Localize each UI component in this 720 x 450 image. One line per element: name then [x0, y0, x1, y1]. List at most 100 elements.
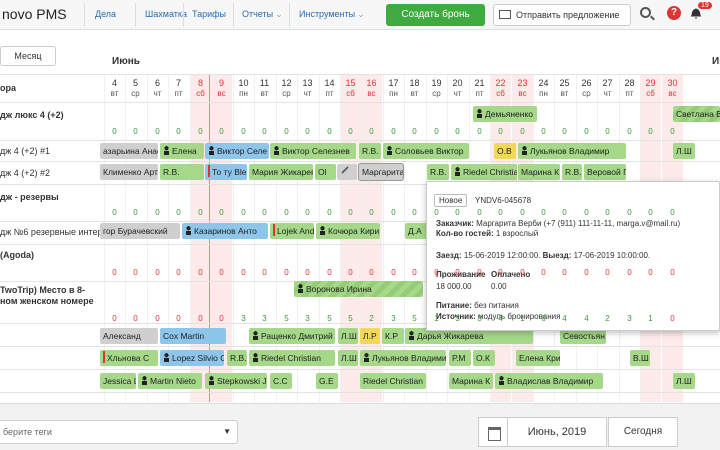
booking-bar[interactable]: Martin Nieto [138, 373, 202, 389]
booking-bar[interactable]: R.B. [562, 164, 582, 180]
booking-bar[interactable]: В.Ш [630, 350, 650, 366]
availability-count: 3 [241, 314, 246, 323]
booking-bar[interactable]: Л.Ш [338, 350, 358, 366]
booking-bar[interactable]: Jessica L [100, 373, 136, 389]
availability-count: 0 [348, 268, 353, 277]
booking-bar[interactable]: О.В [494, 143, 516, 159]
category-label[interactable]: (Agoda) [0, 250, 100, 260]
availability-count: 0 [219, 127, 224, 136]
booking-bar[interactable]: Riedel Christian [249, 350, 335, 366]
booking-bar[interactable]: Д.А [405, 223, 427, 239]
app-logo[interactable]: novo PMS [2, 6, 67, 22]
booking-bar[interactable]: Лукьянов Владимир [518, 143, 626, 159]
booking-bar[interactable]: гор Бурачевский [100, 223, 180, 239]
availability-count: 0 [412, 268, 417, 277]
nav-tools[interactable]: Инструменты ⌄ [299, 9, 365, 20]
availability-count: 3 [477, 314, 482, 323]
booking-bar[interactable]: Riedel Christian [451, 164, 517, 180]
booking-bar[interactable]: азарьина Анас [100, 143, 158, 159]
guests-line: Кол-во гостей: 1 взрослый [436, 229, 538, 238]
booking-bar[interactable]: Марина К [518, 164, 560, 180]
booking-bar[interactable]: Воронова Ирина [294, 281, 423, 297]
booking-bar[interactable]: Лукьянов Владимир [360, 350, 446, 366]
booking-bar[interactable]: Елена Кри [516, 350, 560, 366]
booking-label: Л.Ш [676, 146, 692, 156]
category-label[interactable]: TwoTrip) Место в 8- [0, 285, 100, 295]
availability-count: 0 [176, 208, 181, 217]
booking-bar[interactable]: Елена [160, 143, 204, 159]
booking-bar-selected[interactable]: Маргарита [359, 164, 403, 180]
nav-deals[interactable]: Дела [95, 9, 116, 19]
availability-count: 0 [391, 127, 396, 136]
person-icon [185, 226, 192, 235]
booking-bar[interactable]: Владислав Владимир [495, 373, 603, 389]
person-icon [163, 353, 170, 362]
booking-bar[interactable]: Ращенко Дмитрий [249, 328, 335, 344]
category-label[interactable]: ном женском номере [0, 296, 100, 306]
create-booking-button[interactable]: Создать бронь [386, 4, 485, 26]
booking-bar[interactable]: К.Р [382, 328, 404, 344]
dates-line: Заезд: 15-06-2019 12:00:00. Выезд: 17-06… [436, 251, 650, 260]
availability-count: 0 [219, 208, 224, 217]
send-offer-button[interactable]: Отправить предложение [493, 4, 631, 26]
booking-bar[interactable]: Л.Ш [673, 143, 695, 159]
nav-rates[interactable]: Тарифы [192, 9, 226, 19]
booking-bar[interactable]: Кочюра Кири [316, 223, 380, 239]
booking-bar[interactable]: R.B. [427, 164, 449, 180]
booking-label: Веровой Г [587, 167, 626, 177]
booking-bar[interactable]: О.К [473, 350, 495, 366]
room-label[interactable]: дж 4 (+2) #1 [0, 146, 100, 156]
booking-bar[interactable]: Александ [100, 328, 158, 344]
day-number: 17 [388, 78, 399, 88]
month-view-button[interactable]: Месяц [0, 46, 56, 66]
booking-bar[interactable]: Веровой Г [584, 164, 626, 180]
booking-bar[interactable]: C.C [270, 373, 292, 389]
room-label[interactable]: дж №6 резервные интер... [0, 227, 100, 237]
booking-bar[interactable]: G.E [316, 373, 338, 389]
search-icon[interactable] [640, 7, 651, 18]
availability-count: 0 [133, 268, 138, 277]
booking-bar[interactable]: Л.Ш [338, 328, 358, 344]
edit-booking-button[interactable] [337, 164, 357, 180]
booking-bar[interactable]: Lojek Andr [270, 223, 314, 239]
booking-bar[interactable]: Cox Martin [160, 328, 226, 344]
booking-bar[interactable]: Светлана Ва [673, 106, 720, 122]
month-selector[interactable]: Июнь, 2019 [507, 417, 607, 447]
booking-bar[interactable]: Хльнова С [100, 350, 158, 366]
today-button[interactable]: Сегодня [608, 417, 678, 447]
booking-label: Riedel Christian [261, 353, 321, 363]
booking-bar[interactable]: Демьяненко [473, 106, 537, 122]
booking-bar[interactable]: Марина К [449, 373, 493, 389]
booking-bar[interactable]: Виктор Селе [205, 143, 269, 159]
category-label[interactable]: дж люкс 4 (+2) [0, 110, 100, 120]
booking-bar[interactable]: Р.М [449, 350, 471, 366]
room-label[interactable]: дж 4 (+2) #2 [0, 168, 100, 178]
availability-count: 6 [541, 314, 546, 323]
calendar-icon[interactable] [478, 417, 508, 447]
availability-count: 0 [112, 208, 117, 217]
booking-label: Марина К [521, 167, 560, 177]
booking-bar[interactable]: Л.Р [360, 328, 380, 344]
availability-count: 0 [305, 208, 310, 217]
nav-chessboard[interactable]: Шахматка [145, 9, 187, 19]
category-label[interactable]: дж - резервы [0, 192, 100, 202]
booking-bar[interactable]: Stepkowski J [205, 373, 267, 389]
booking-bar[interactable]: Клименко Арте [100, 164, 158, 180]
nav-reports[interactable]: Отчеты ⌄ [242, 9, 283, 20]
booking-bar[interactable]: Л.Ш [673, 373, 695, 389]
help-icon[interactable]: ? [667, 6, 681, 20]
booking-label: Хльнова С [107, 353, 150, 363]
booking-bar[interactable]: Казаринов Анто [182, 223, 268, 239]
booking-label: Мария Жикарев [252, 167, 313, 177]
booking-bar[interactable]: R.B. [359, 143, 381, 159]
booking-bar[interactable]: Соловьев Виктор [383, 143, 469, 159]
booking-bar[interactable]: Ol [315, 164, 336, 180]
booking-bar[interactable]: Мария Жикарев [249, 164, 313, 180]
booking-bar[interactable]: Lopez Silvio C [160, 350, 224, 366]
booking-bar[interactable]: R.B. [227, 350, 247, 366]
booking-bar[interactable]: R.B. [160, 164, 204, 180]
booking-bar[interactable]: То ту Blerto [205, 164, 247, 180]
booking-bar[interactable]: Riedel Christian [360, 373, 426, 389]
booking-bar[interactable]: Виктор Селезнев [270, 143, 356, 159]
tags-select[interactable]: берите теги ▼ [0, 420, 238, 444]
